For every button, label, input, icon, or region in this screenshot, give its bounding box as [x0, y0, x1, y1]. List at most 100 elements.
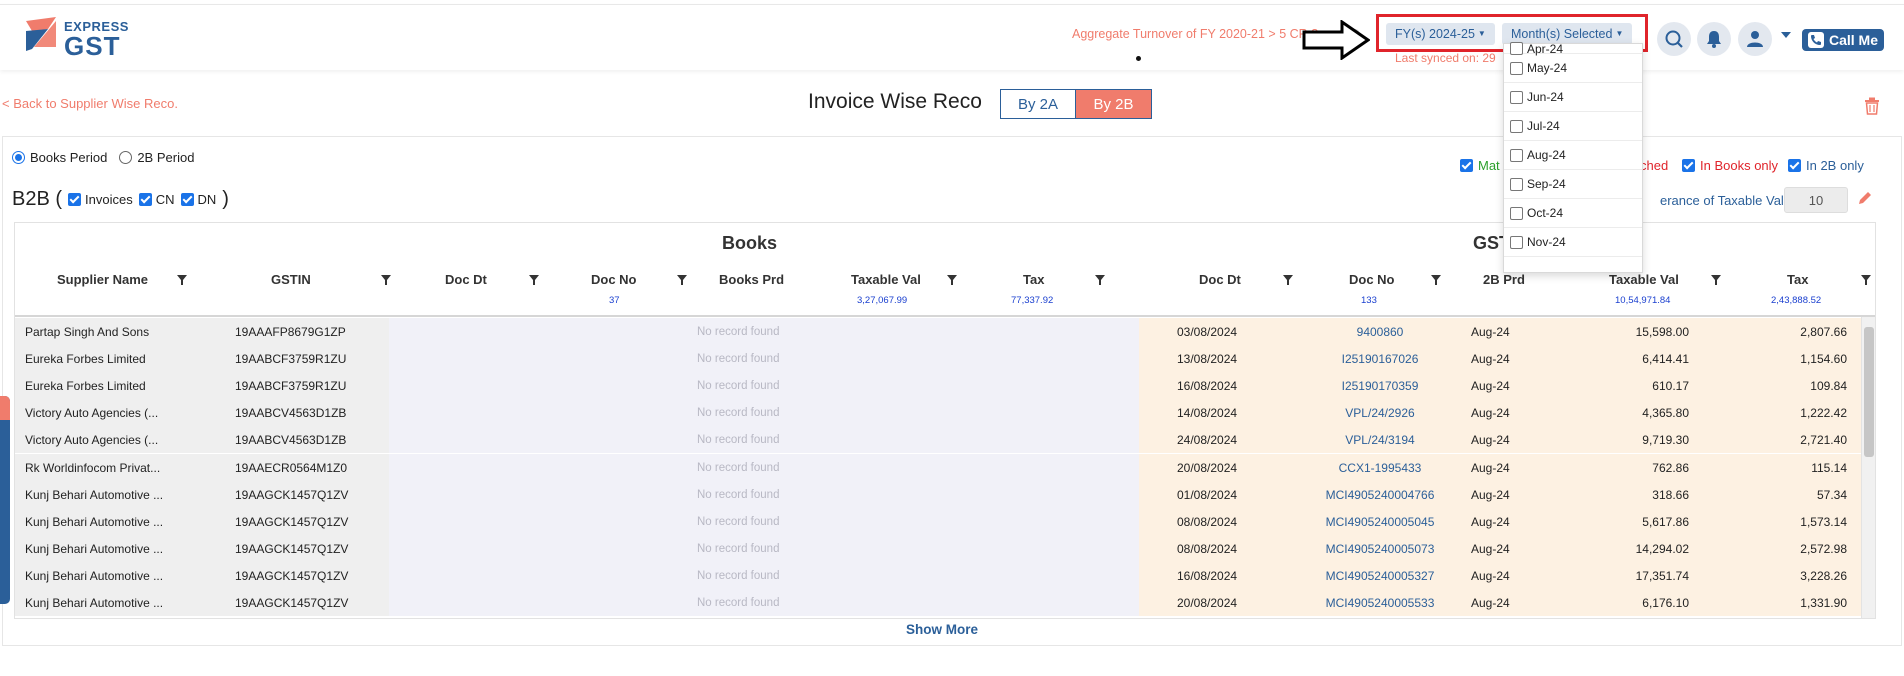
- col-books-doc-no[interactable]: Doc No: [591, 272, 637, 287]
- month-checkbox[interactable]: [1510, 119, 1523, 133]
- month-checkbox[interactable]: [1510, 42, 1523, 55]
- edit-pencil-icon[interactable]: [1858, 191, 1872, 205]
- cell-doc-no-link[interactable]: 9400860: [1315, 325, 1445, 339]
- col-books-tax[interactable]: Tax: [1023, 272, 1044, 287]
- tolerance-input[interactable]: 10: [1784, 187, 1848, 213]
- user-menu-caret-icon[interactable]: [1781, 32, 1791, 38]
- cell-doc-no-link[interactable]: MCI4905240004766: [1315, 488, 1445, 502]
- col-2b-prd[interactable]: 2B Prd: [1483, 272, 1525, 287]
- cell-no-record: No record found: [697, 488, 780, 501]
- col-gst-doc-dt[interactable]: Doc Dt: [1199, 272, 1241, 287]
- month-checkbox[interactable]: [1510, 90, 1523, 104]
- back-to-supplier-link[interactable]: < Back to Supplier Wise Reco.: [2, 96, 178, 111]
- books-group-header: Books: [722, 233, 778, 253]
- table-row[interactable]: Eureka Forbes Limited 19AABCF3759R1ZU No r…: [15, 372, 1861, 400]
- filter-matched[interactable]: Mat: [1460, 158, 1500, 173]
- filter-funnel-icon[interactable]: [1095, 275, 1105, 285]
- filter-funnel-icon[interactable]: [1711, 275, 1721, 285]
- b2b-label: B2B (: [12, 188, 63, 210]
- month-option[interactable]: Jul-24: [1504, 112, 1642, 141]
- month-checkbox[interactable]: [1510, 235, 1523, 249]
- books-period-radio[interactable]: [12, 151, 25, 164]
- col-supplier-name[interactable]: Supplier Name: [57, 272, 148, 287]
- cell-doc-no-link[interactable]: MCI4905240005045: [1315, 515, 1445, 529]
- table-row[interactable]: Kunj Behari Automotive ... 19AAGCK1457Q1Z…: [15, 507, 1861, 535]
- month-option[interactable]: Jun-24: [1504, 83, 1642, 112]
- filter-funnel-icon[interactable]: [947, 275, 957, 285]
- scrollbar-thumb[interactable]: [1864, 327, 1874, 457]
- filter-funnel-icon[interactable]: [677, 275, 687, 285]
- month-option[interactable]: Aug-24: [1504, 141, 1642, 170]
- tab-by-2b[interactable]: By 2B: [1076, 89, 1152, 119]
- cell-doc-no-link[interactable]: I25190170359: [1315, 379, 1445, 393]
- month-option[interactable]: Oct-24: [1504, 199, 1642, 228]
- search-button[interactable]: [1657, 22, 1691, 56]
- filter-funnel-icon[interactable]: [177, 275, 187, 285]
- filter-funnel-icon[interactable]: [529, 275, 539, 285]
- invoices-checkbox[interactable]: [68, 193, 82, 206]
- table-row[interactable]: Kunj Behari Automotive ... 19AAGCK1457Q1Z…: [15, 589, 1861, 616]
- in-books-only-checkbox[interactable]: [1682, 159, 1695, 172]
- cell-taxable-val: 9,719.30: [1642, 433, 1689, 448]
- show-more-link[interactable]: Show More: [906, 622, 978, 637]
- call-me-button[interactable]: Call Me: [1802, 29, 1884, 51]
- table-row[interactable]: Kunj Behari Automotive ... 19AAGCK1457Q1Z…: [15, 534, 1861, 562]
- col-books-prd[interactable]: Books Prd: [719, 272, 784, 287]
- month-checkbox[interactable]: [1510, 61, 1523, 75]
- cell-doc-no-link[interactable]: MCI4905240005533: [1315, 596, 1445, 610]
- filter-funnel-icon[interactable]: [1861, 275, 1871, 285]
- filter-funnel-icon[interactable]: [1283, 275, 1293, 285]
- fy-dropdown-button[interactable]: FY(s) 2024-25 ▼: [1386, 23, 1495, 45]
- filter-in-2b-only[interactable]: In 2B only: [1788, 158, 1864, 173]
- user-menu-button[interactable]: [1738, 22, 1772, 56]
- cell-doc-no-link[interactable]: CCX1-1995433: [1315, 461, 1445, 475]
- side-tab-accent: [0, 396, 10, 420]
- tab-by-2a[interactable]: By 2A: [1000, 89, 1076, 119]
- side-feedback-tab[interactable]: [0, 396, 10, 604]
- table-row[interactable]: Kunj Behari Automotive ... 19AAGCK1457Q1Z…: [15, 561, 1861, 589]
- cell-doc-no-link[interactable]: I25190167026: [1315, 352, 1445, 366]
- col-gstin[interactable]: GSTIN: [271, 272, 311, 287]
- cell-no-record: No record found: [697, 380, 780, 393]
- month-option[interactable]: Sep-24: [1504, 170, 1642, 199]
- month-option[interactable]: Apr-24: [1504, 42, 1642, 56]
- table-row[interactable]: Rk Worldinfocom Privat... 19AAECR0564M1Z0…: [15, 453, 1861, 481]
- table-row[interactable]: Kunj Behari Automotive ... 19AAGCK1457Q1Z…: [15, 480, 1861, 508]
- table-scrollbar[interactable]: [1861, 317, 1875, 618]
- cell-tax: 3,228.26: [1800, 568, 1847, 583]
- trash-icon[interactable]: [1864, 97, 1880, 115]
- express-gst-logo[interactable]: EXPRESS GST: [26, 17, 136, 61]
- in-2b-only-checkbox[interactable]: [1788, 159, 1801, 172]
- month-option[interactable]: May-24: [1504, 54, 1642, 83]
- col-books-taxable-val[interactable]: Taxable Val: [851, 272, 921, 287]
- col-gst-doc-no[interactable]: Doc No: [1349, 272, 1395, 287]
- month-checkbox[interactable]: [1510, 206, 1523, 220]
- col-gst-tax[interactable]: Tax: [1787, 272, 1808, 287]
- col-books-doc-dt[interactable]: Doc Dt: [445, 272, 487, 287]
- filter-funnel-icon[interactable]: [381, 275, 391, 285]
- filter-in-books-only[interactable]: In Books only: [1682, 158, 1778, 173]
- cell-doc-no-link[interactable]: VPL/24/2926: [1315, 406, 1445, 420]
- table-row[interactable]: Eureka Forbes Limited 19AABCF3759R1ZU No r…: [15, 345, 1861, 373]
- matched-checkbox[interactable]: [1460, 159, 1473, 172]
- notifications-button[interactable]: [1697, 22, 1731, 56]
- dn-checkbox[interactable]: [180, 193, 194, 206]
- user-icon: [1747, 31, 1763, 47]
- cn-checkbox[interactable]: [138, 193, 152, 206]
- 2b-period-radio[interactable]: [119, 151, 133, 164]
- table-row[interactable]: Victory Auto Agencies (... 19AABCV4563D1Z…: [15, 426, 1861, 454]
- table-row[interactable]: Victory Auto Agencies (... 19AABCV4563D1Z…: [15, 399, 1861, 427]
- month-checkbox[interactable]: [1510, 148, 1523, 162]
- month-option[interactable]: Nov-24: [1504, 228, 1642, 257]
- table-row[interactable]: Partap Singh And Sons 19AAAFP8679G1ZP No r…: [15, 318, 1861, 345]
- cell-doc-no-link[interactable]: VPL/24/3194: [1315, 433, 1445, 447]
- search-icon: [1665, 30, 1683, 48]
- month-checkbox[interactable]: [1510, 177, 1523, 191]
- month-option-label: Apr-24: [1527, 42, 1564, 56]
- cell-doc-no-link[interactable]: MCI4905240005073: [1315, 542, 1445, 556]
- cell-doc-no-link[interactable]: MCI4905240005327: [1315, 569, 1445, 583]
- header-divider: [15, 315, 1875, 317]
- filter-funnel-icon[interactable]: [1431, 275, 1441, 285]
- col-gst-taxable-val[interactable]: Taxable Val: [1609, 272, 1679, 287]
- filter-mismatched[interactable]: ched: [1640, 158, 1668, 173]
